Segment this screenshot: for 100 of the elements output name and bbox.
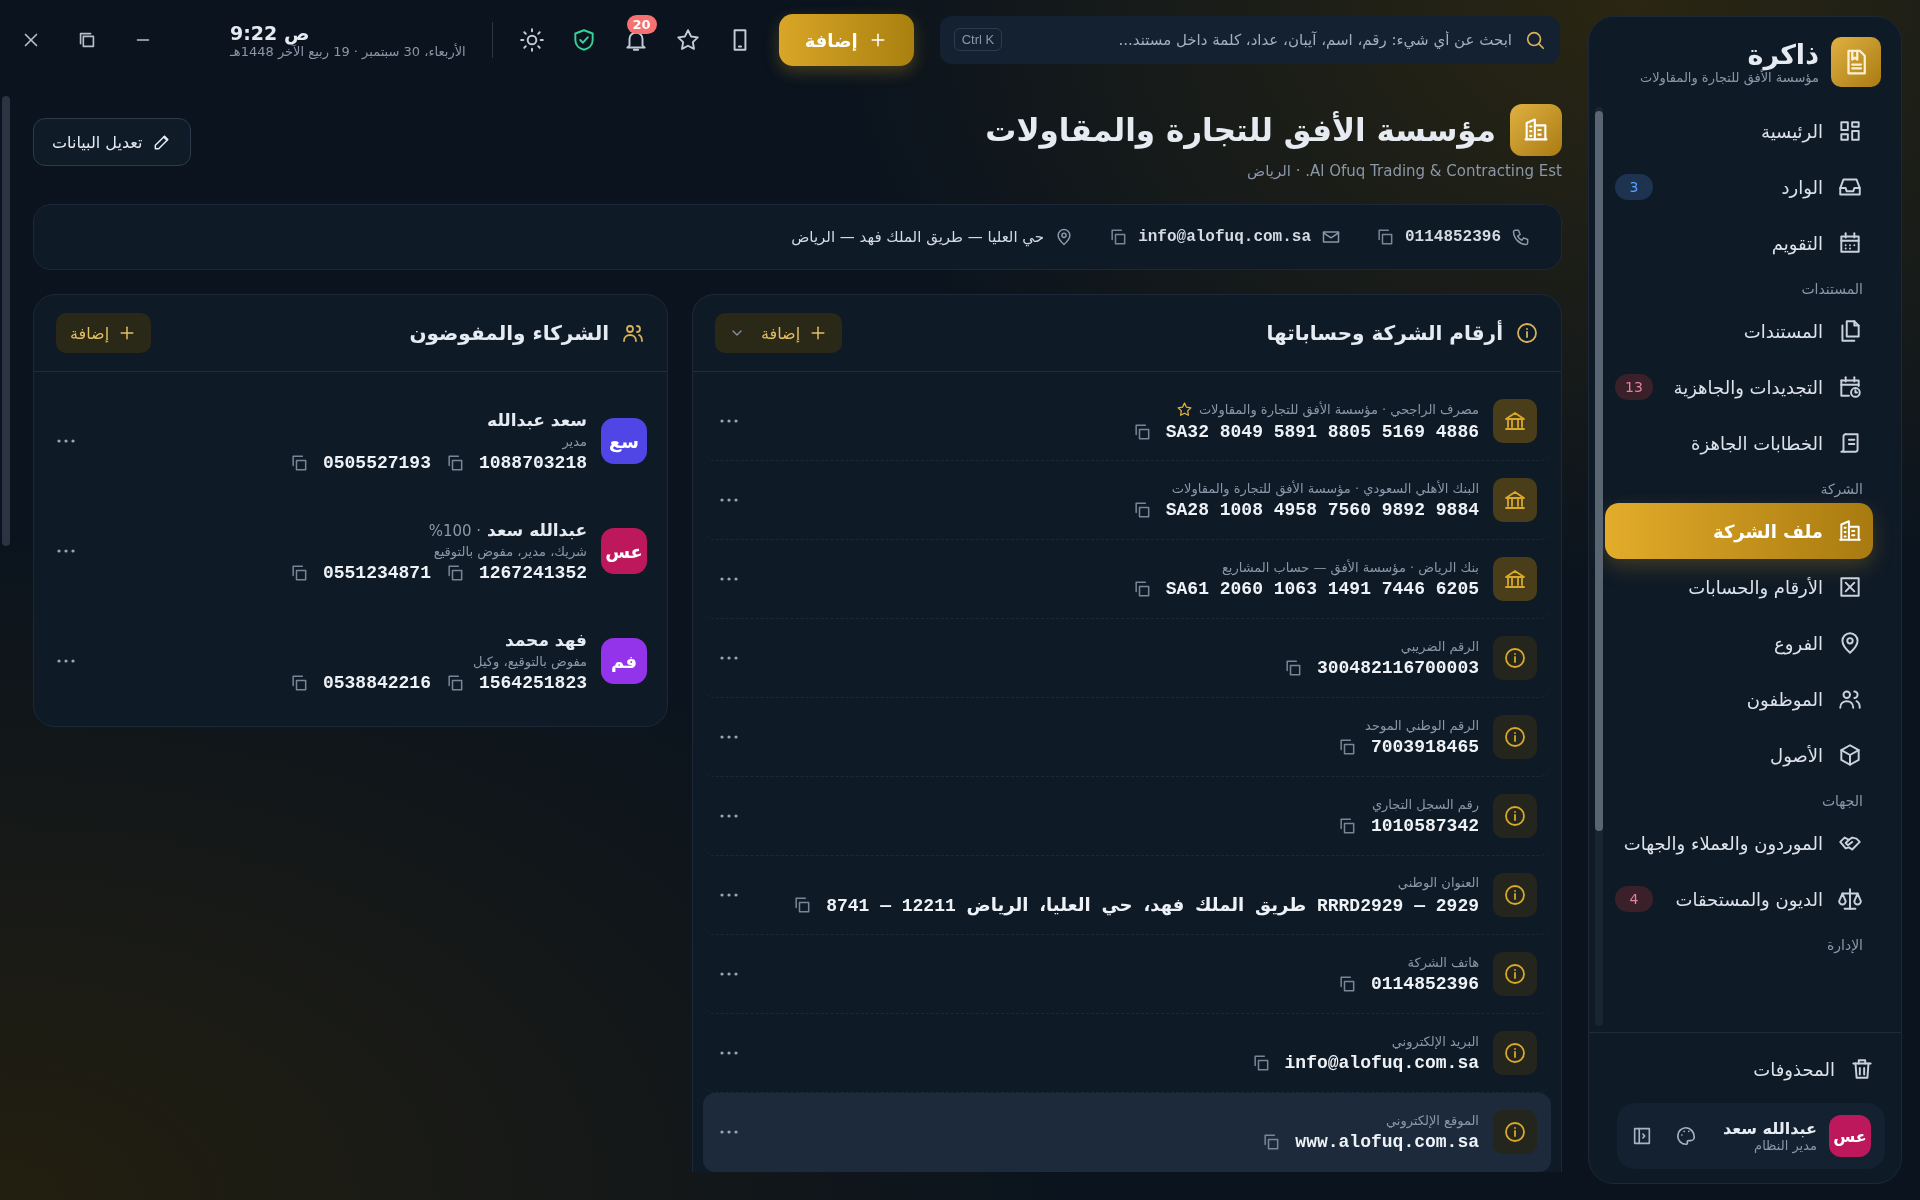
nav-item[interactable]: الأرقام والحسابات: [1605, 559, 1873, 615]
edit-button[interactable]: تعديل البيانات: [33, 118, 192, 166]
row-label: الرقم الوطني الموحد: [1365, 717, 1479, 733]
info-icon: [1493, 873, 1537, 917]
id-number: 1088703218: [478, 452, 587, 473]
row-label: الموقع الإلكتروني: [1385, 1112, 1479, 1128]
info-icon: [1515, 321, 1539, 345]
building-icon: [1837, 518, 1863, 544]
count-badge: 4: [1615, 886, 1653, 912]
row-label: هاتف الشركة: [1407, 954, 1479, 970]
logo-icon: [1831, 37, 1881, 87]
row-label: البنك الأهلي السعودي · مؤسسة الأفق للتجارة والمقاولات: [1171, 480, 1479, 496]
row-value: info@alofuq.com.sa: [1284, 1052, 1479, 1073]
id-number: 1564251823: [478, 672, 587, 693]
partner-roles: مدير: [562, 433, 587, 449]
clock-time: ص 9:22: [230, 21, 311, 44]
row-label: بنك الرياض · مؤسسة الأفق — حساب المشاريع: [1221, 559, 1479, 575]
bank-icon: [1493, 399, 1537, 443]
trash-icon: [1849, 1056, 1875, 1082]
contact-value: حي العليا — طريق الملك فهد — الرياض: [791, 228, 1045, 246]
row-value: 2929 — RRRD2929 طريق الملك فهد، حي العليا، الرياض 12211 — 8741: [826, 894, 1479, 916]
notification-badge: 20: [626, 15, 657, 34]
row-value: SA61 2060 1063 1491 7446 6205: [1165, 578, 1479, 599]
app-name: ذاكرة: [1747, 39, 1819, 70]
add-button[interactable]: إضافة: [715, 313, 843, 353]
contact-value: 0114852396: [1405, 228, 1501, 246]
star-icon[interactable]: [674, 27, 701, 53]
phone-number: 0505527193: [322, 452, 431, 473]
info-icon: [1493, 794, 1537, 838]
phone-number: 0538842216: [322, 672, 431, 693]
info-icon: [1493, 715, 1537, 759]
row-label: رقم السجل التجاري: [1371, 796, 1479, 812]
count-badge: 13: [1615, 374, 1653, 400]
theme-icon[interactable]: [518, 27, 545, 53]
user-name: عبدالله سعد: [1722, 1119, 1817, 1138]
row-value: 0114852396: [1370, 973, 1479, 994]
grid-icon: [1837, 118, 1863, 144]
partner-avatar: عس: [601, 528, 647, 574]
trash-nav-item[interactable]: المحذوفات: [1617, 1041, 1885, 1097]
nav-item[interactable]: الفروع: [1605, 615, 1873, 671]
nav-section-label: الشركة: [1819, 480, 1864, 500]
calendar-clock-icon: [1837, 374, 1863, 400]
row-label: البريد الإلكتروني: [1391, 1033, 1479, 1049]
nav-item[interactable]: المستندات: [1605, 303, 1873, 359]
company-name: مؤسسة الأفق للتجارة والمقاولات: [1639, 70, 1819, 85]
partner-avatar: فم: [601, 638, 647, 684]
info-icon: [1493, 636, 1537, 680]
row-label: الرقم الضريبي: [1400, 638, 1479, 654]
partner-roles: شريك، مدير، مفوض بالتوقيع: [433, 543, 587, 559]
row-label: العنوان الوطني: [1397, 874, 1479, 890]
row-label: مصرف الراجحي · مؤسسة الأفق للتجارة والمقاولات: [1198, 401, 1479, 417]
sidebar-toggle-icon[interactable]: [1631, 1125, 1653, 1147]
copy-icon[interactable]: [1375, 227, 1395, 247]
favorite-star-icon[interactable]: [1175, 400, 1193, 418]
partner-roles: مفوض بالتوقيع، وكيل: [473, 653, 587, 669]
user-role: مدير النظام: [1753, 1138, 1817, 1153]
clock-date: الأربعاء، 30 سبتمبر · 19 ربيع الآخر 1448هـ: [230, 43, 466, 59]
partner-name: فهد محمد: [504, 629, 587, 650]
count-badge: 3: [1615, 174, 1653, 200]
search-icon: [1524, 29, 1546, 51]
nav-section-label: الجهات: [1820, 792, 1864, 811]
palette-icon[interactable]: [1675, 1125, 1697, 1147]
nav-section-label: الإدارة: [1825, 936, 1864, 956]
user-avatar: عس: [1829, 1115, 1871, 1157]
nav-item[interactable]: الرئيسية: [1605, 103, 1873, 159]
partner-avatar: سع: [601, 418, 647, 464]
phone-icon: [1511, 227, 1531, 247]
row-value: 1010587342: [1370, 815, 1479, 836]
partner-name: سعد عبدالله: [487, 409, 587, 430]
card-title: الشركاء والمفوضون: [409, 321, 609, 345]
nav-section-label: المستندات: [1800, 280, 1864, 299]
page-subtitle: Al Ofuq Trading & Contracting Est. · الرياض: [1246, 162, 1562, 180]
nav-item[interactable]: الموظفون: [1605, 671, 1873, 727]
info-icon: [1493, 1110, 1537, 1154]
card-title: أرقام الشركة وحساباتها: [1266, 321, 1503, 345]
info-icon: [1493, 952, 1537, 996]
nav-item[interactable]: الخطابات الجاهزة: [1605, 415, 1873, 471]
scrollbar[interactable]: [2, 96, 10, 546]
scrollbar[interactable]: [1595, 107, 1603, 1026]
nav-item[interactable]: التقويم: [1605, 215, 1873, 271]
row-value: 7003918465: [1370, 736, 1479, 757]
row-value: SA28 1008 4958 7560 9892 9884: [1165, 499, 1479, 520]
page-title: مؤسسة الأفق للتجارة والمقاولات: [985, 112, 1496, 148]
calendar-icon: [1837, 230, 1863, 256]
row-value: 300482116700003: [1316, 657, 1479, 678]
row-value: SA32 8049 5891 8805 5169 4886: [1165, 421, 1479, 442]
info-icon: [1493, 1031, 1537, 1075]
bank-icon: [1493, 478, 1537, 522]
shortcut-hint: Ctrl K: [953, 28, 1003, 51]
contact-value: info@alofuq.com.sa: [1138, 228, 1311, 246]
partner-share: · %100: [428, 521, 482, 540]
bank-icon: [1493, 557, 1537, 601]
x-square-icon: [1837, 574, 1863, 600]
row-value: www.alofuq.com.sa: [1295, 1131, 1479, 1152]
add-button[interactable]: إضافة: [56, 313, 152, 353]
account-row[interactable]: العنوان الوطني 2929 — RRRD2929 طريق الملك فهد، حي العليا، الرياض 12211 — 8741: [703, 856, 1551, 935]
nav-item[interactable]: الأصول: [1605, 727, 1873, 783]
company-logo-icon: [1510, 104, 1562, 156]
nav-item[interactable]: الموردون والعملاء والجهات: [1605, 815, 1873, 871]
partner-name: عبدالله سعد: [487, 519, 587, 540]
